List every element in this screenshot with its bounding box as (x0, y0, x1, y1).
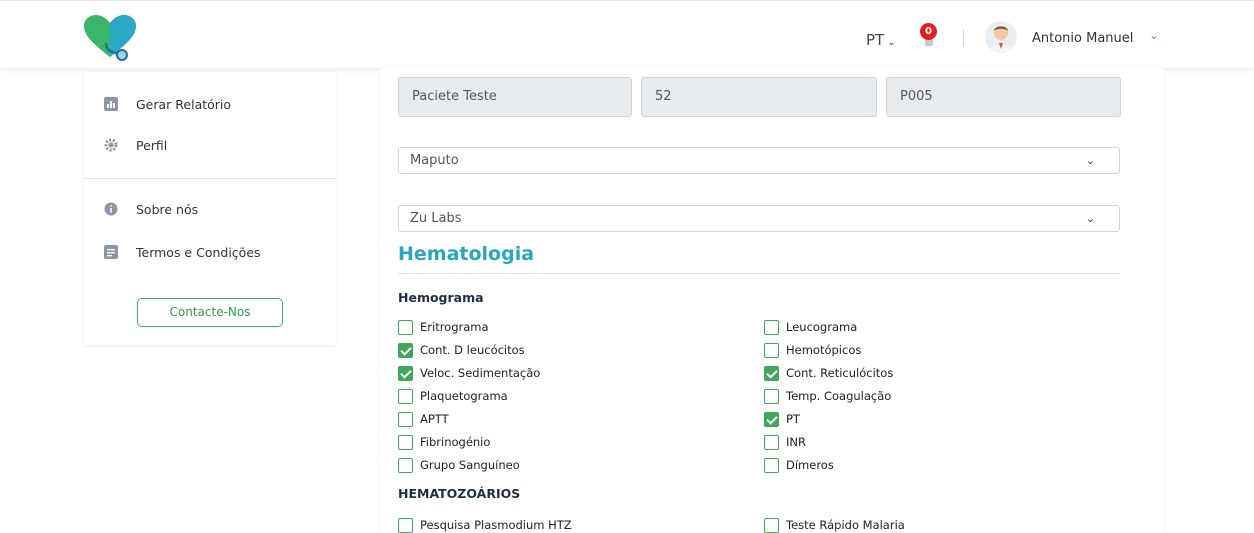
checkbox-unchecked[interactable] (764, 457, 779, 473)
test-checkbox-item[interactable]: Teste Rápido Malaria (764, 517, 905, 533)
test-checkbox-label: Dímeros (786, 458, 834, 472)
test-checkbox-label: INR (786, 435, 806, 449)
test-checkbox-item[interactable]: Temp. Coagulação (764, 388, 891, 404)
group-title-hematozoarios: HEMATOZOÁRIOS (398, 486, 521, 501)
test-checkbox-item[interactable]: Grupo Sanguíneo (398, 457, 520, 473)
lab-select-value: Zu Labs (410, 211, 462, 226)
checkbox-checked[interactable] (764, 365, 779, 381)
test-checkbox-item[interactable]: Pesquisa Plasmodium HTZ (398, 517, 572, 533)
checkbox-checked[interactable] (764, 411, 779, 427)
test-checkbox-item[interactable]: Veloc. Sedimentação (398, 365, 540, 381)
test-checkbox-label: Plaquetograma (420, 389, 508, 403)
test-checkbox-item[interactable]: PT (764, 411, 800, 427)
patient-name-field[interactable]: Paciete Teste (398, 77, 632, 117)
chart-icon (104, 97, 118, 111)
checkbox-unchecked[interactable] (398, 388, 413, 404)
checkbox-unchecked[interactable] (764, 434, 779, 450)
checkbox-unchecked[interactable] (764, 517, 779, 533)
app-logo[interactable] (82, 13, 138, 63)
sidebar-item-gerar-relatorio[interactable]: Gerar Relatório (104, 94, 231, 114)
city-select[interactable]: Maputo ⌄ (398, 147, 1120, 174)
test-checkbox-label: Eritrograma (420, 320, 489, 334)
patient-age-field[interactable]: 52 (641, 77, 877, 117)
test-checkbox-label: Teste Rápido Malaria (786, 518, 905, 532)
city-select-value: Maputo (410, 153, 459, 168)
test-checkbox-label: Cont. D leucócitos (420, 343, 525, 357)
test-checkbox-label: Pesquisa Plasmodium HTZ (420, 518, 572, 532)
chevron-down-icon: ⌄ (887, 37, 896, 48)
chevron-down-icon: ⌄ (1085, 212, 1095, 225)
test-checkbox-item[interactable]: Plaquetograma (398, 388, 508, 404)
test-checkbox-item[interactable]: Eritrograma (398, 319, 489, 335)
sidebar: Gerar Relatório Perfil Sobre nós Termos … (84, 72, 336, 345)
bell-icon (925, 39, 933, 46)
sidebar-item-label: Gerar Relatório (136, 96, 232, 112)
chevron-down-icon[interactable]: ⌄ (1149, 28, 1159, 42)
test-checkbox-label: Fibrinogénio (420, 435, 491, 449)
chevron-down-icon: ⌄ (1085, 154, 1095, 167)
sidebar-item-label: Termos e Condições (136, 244, 261, 260)
test-checkbox-label: Veloc. Sedimentação (420, 366, 541, 380)
document-icon (104, 245, 118, 259)
checkbox-unchecked[interactable] (398, 457, 413, 473)
test-checkbox-label: Temp. Coagulação (786, 389, 892, 403)
sidebar-divider (84, 178, 336, 179)
sidebar-item-sobre-nos[interactable]: Sobre nós (104, 199, 198, 219)
test-checkbox-label: APTT (420, 412, 449, 426)
main-form-panel: Paciete Teste 52 P005 Maputo ⌄ Zu Labs ⌄… (380, 68, 1164, 533)
test-checkbox-item[interactable]: APTT (398, 411, 449, 427)
checkbox-unchecked[interactable] (764, 388, 779, 404)
sidebar-item-label: Perfil (136, 137, 168, 153)
checkbox-unchecked[interactable] (398, 319, 413, 335)
test-checkbox-item[interactable]: Leucograma (764, 319, 857, 335)
contact-us-button[interactable]: Contacte-Nos (137, 298, 283, 327)
test-checkbox-item[interactable]: Cont. D leucócitos (398, 342, 525, 358)
checkbox-unchecked[interactable] (398, 517, 413, 533)
patient-code-field[interactable]: P005 (886, 77, 1121, 117)
section-divider (398, 273, 1120, 274)
checkbox-unchecked[interactable] (398, 434, 413, 450)
test-checkbox-label: Grupo Sanguíneo (420, 458, 520, 472)
test-checkbox-label: PT (786, 412, 800, 426)
test-checkbox-item[interactable]: Hemotópicos (764, 342, 861, 358)
user-avatar[interactable] (985, 21, 1017, 53)
group-title-hemograma: Hemograma (398, 290, 484, 305)
test-checkbox-label: Cont. Reticulócitos (786, 366, 894, 380)
notification-bell[interactable]: 0 (918, 23, 940, 51)
user-name[interactable]: Antonio Manuel (1032, 31, 1133, 46)
section-title-hematologia: Hematologia (398, 243, 535, 265)
notification-badge: 0 (920, 23, 937, 40)
lab-select[interactable]: Zu Labs ⌄ (398, 205, 1120, 232)
test-checkbox-item[interactable]: Dímeros (764, 457, 834, 473)
test-checkbox-item[interactable]: Fibrinogénio (398, 434, 490, 450)
gear-icon (104, 138, 118, 152)
info-icon (104, 202, 118, 216)
language-label: PT (866, 31, 885, 49)
test-checkbox-item[interactable]: INR (764, 434, 806, 450)
checkbox-unchecked[interactable] (764, 319, 779, 335)
language-selector[interactable]: PT ⌄ (866, 31, 896, 49)
top-navbar: PT ⌄ 0 Antonio Manuel ⌄ (0, 0, 1254, 68)
checkbox-checked[interactable] (398, 365, 413, 381)
sidebar-item-termos[interactable]: Termos e Condições (104, 242, 261, 262)
checkbox-checked[interactable] (398, 342, 413, 358)
checkbox-unchecked[interactable] (764, 342, 779, 358)
header-divider (963, 29, 964, 47)
test-checkbox-label: Hemotópicos (786, 343, 862, 357)
sidebar-item-perfil[interactable]: Perfil (104, 135, 167, 155)
test-checkbox-label: Leucograma (786, 320, 858, 334)
test-checkbox-item[interactable]: Cont. Reticulócitos (764, 365, 893, 381)
sidebar-item-label: Sobre nós (136, 201, 199, 217)
checkbox-unchecked[interactable] (398, 411, 413, 427)
